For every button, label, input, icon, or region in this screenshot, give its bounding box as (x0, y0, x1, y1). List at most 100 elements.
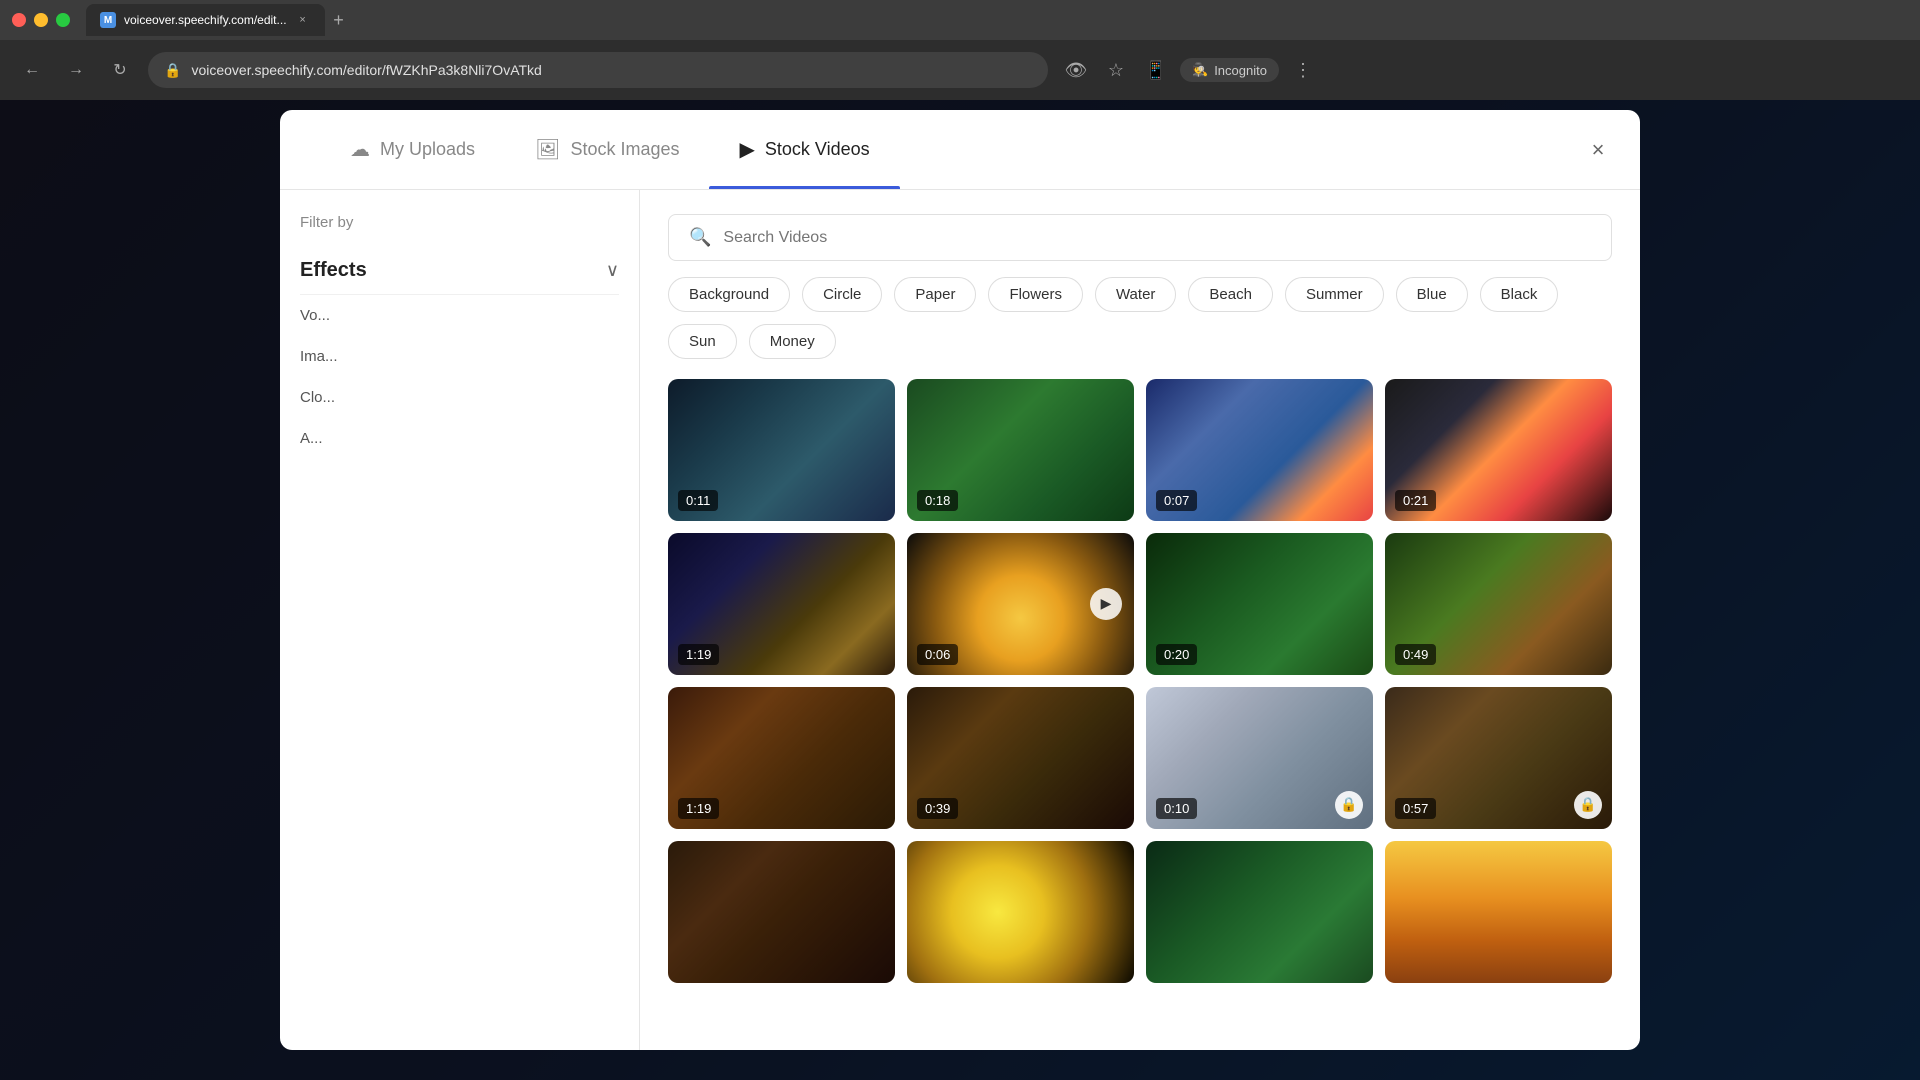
video-card-10[interactable]: 0:39 (907, 687, 1134, 829)
video-duration-3: 0:07 (1156, 490, 1197, 511)
video-card-5[interactable]: 1:19 (668, 533, 895, 675)
browser-toolbar: ← → ↻ 🔒 voiceover.speechify.com/editor/f… (0, 40, 1920, 100)
video-duration-11: 0:10 (1156, 798, 1197, 819)
modal-sidebar: Filter by Effects ∨ Vo... Ima... Clo... … (280, 190, 640, 1050)
modal-overlay: ☁ My Uploads 🖼 Stock Images ▶ Stock Vide… (0, 100, 1920, 1080)
video-duration-10: 0:39 (917, 798, 958, 819)
video-card-6[interactable]: 0:06 ▶ (907, 533, 1134, 675)
video-duration-7: 0:20 (1156, 644, 1197, 665)
video-card-9[interactable]: 1:19 (668, 687, 895, 829)
video-card-3[interactable]: 0:07 (1146, 379, 1373, 521)
device-icon[interactable]: 📱 (1140, 54, 1172, 86)
filter-tag-water[interactable]: Water (1095, 277, 1176, 312)
modal-content: 🔍 Background Circle Paper Flowers Water … (640, 190, 1640, 1050)
tab-my-uploads[interactable]: ☁ My Uploads (320, 110, 505, 189)
video-card-1[interactable]: 0:11 (668, 379, 895, 521)
maximize-window-btn[interactable] (56, 13, 70, 27)
new-tab-btn[interactable]: + (325, 6, 353, 34)
sidebar-item-ai[interactable]: A... (300, 418, 619, 459)
effects-chevron-icon: ∨ (606, 260, 619, 281)
image-icon: 🖼 (535, 137, 560, 162)
incognito-badge: 🕵 Incognito (1180, 58, 1279, 82)
video-grid-container: 0:11 0:18 0:07 0:21 1:19 (640, 379, 1640, 1050)
upload-icon: ☁ (350, 137, 370, 162)
incognito-icon: 🕵 (1192, 62, 1208, 78)
filter-tag-money[interactable]: Money (749, 324, 836, 359)
video-card-13[interactable] (668, 841, 895, 983)
video-card-7[interactable]: 0:20 (1146, 533, 1373, 675)
filter-tag-black[interactable]: Black (1480, 277, 1559, 312)
refresh-btn[interactable]: ↻ (104, 54, 136, 86)
sidebar-item-clone[interactable]: Clo... (300, 377, 619, 418)
sidebar-voice-label: Vo... (300, 307, 330, 324)
video-grid: 0:11 0:18 0:07 0:21 1:19 (668, 379, 1612, 983)
filter-tag-beach[interactable]: Beach (1188, 277, 1273, 312)
modal-header: ☁ My Uploads 🖼 Stock Images ▶ Stock Vide… (280, 110, 1640, 190)
minimize-window-btn[interactable] (34, 13, 48, 27)
video-lock-badge-11: 🔒 (1335, 791, 1363, 819)
video-card-16[interactable] (1385, 841, 1612, 983)
search-bar-area: 🔍 (640, 190, 1640, 277)
video-duration-4: 0:21 (1395, 490, 1436, 511)
modal-close-btn[interactable]: × (1580, 132, 1616, 168)
video-lock-badge-12: 🔒 (1574, 791, 1602, 819)
modal-body: Filter by Effects ∨ Vo... Ima... Clo... … (280, 190, 1640, 1050)
video-card-15[interactable] (1146, 841, 1373, 983)
video-card-14[interactable] (907, 841, 1134, 983)
filter-tags: Background Circle Paper Flowers Water Be… (640, 277, 1640, 379)
sidebar-item-images[interactable]: Ima... (300, 336, 619, 377)
tab-my-uploads-label: My Uploads (380, 139, 475, 160)
sidebar-item-voice[interactable]: Vo... (300, 295, 619, 336)
tab-title: voiceover.speechify.com/edit... (124, 13, 287, 27)
video-duration-2: 0:18 (917, 490, 958, 511)
search-input[interactable] (723, 229, 1591, 247)
filter-tag-paper[interactable]: Paper (894, 277, 976, 312)
tab-close-btn[interactable]: × (295, 12, 311, 28)
incognito-label: Incognito (1214, 63, 1267, 78)
eye-off-icon[interactable]: 👁 (1060, 54, 1092, 86)
forward-btn[interactable]: → (60, 54, 92, 86)
more-menu-btn[interactable]: ⋮ (1287, 54, 1319, 86)
back-btn[interactable]: ← (16, 54, 48, 86)
filter-tag-summer[interactable]: Summer (1285, 277, 1384, 312)
browser-chrome: M voiceover.speechify.com/edit... × + ← … (0, 0, 1920, 100)
tab-stock-videos[interactable]: ▶ Stock Videos (709, 110, 899, 189)
tab-bar: M voiceover.speechify.com/edit... × + (86, 0, 1908, 40)
tab-stock-images[interactable]: 🖼 Stock Images (505, 110, 709, 189)
video-card-4[interactable]: 0:21 (1385, 379, 1612, 521)
video-duration-6: 0:06 (917, 644, 958, 665)
filter-tag-blue[interactable]: Blue (1396, 277, 1468, 312)
browser-tab-active[interactable]: M voiceover.speechify.com/edit... × (86, 4, 325, 36)
filter-tag-background[interactable]: Background (668, 277, 790, 312)
video-duration-8: 0:49 (1395, 644, 1436, 665)
video-duration-5: 1:19 (678, 644, 719, 665)
video-play-overlay-6[interactable]: ▶ (1090, 588, 1122, 620)
filter-tag-flowers[interactable]: Flowers (988, 277, 1083, 312)
close-window-btn[interactable] (12, 13, 26, 27)
filter-tag-circle[interactable]: Circle (802, 277, 882, 312)
tab-stock-videos-label: Stock Videos (765, 139, 870, 160)
video-card-8[interactable]: 0:49 (1385, 533, 1612, 675)
address-bar[interactable]: 🔒 voiceover.speechify.com/editor/fWZKhPa… (148, 52, 1048, 88)
video-card-11[interactable]: 0:10 🔒 (1146, 687, 1373, 829)
video-card-2[interactable]: 0:18 (907, 379, 1134, 521)
filter-tag-sun[interactable]: Sun (668, 324, 737, 359)
window-controls (12, 13, 70, 27)
tab-stock-images-label: Stock Images (570, 139, 679, 160)
star-icon[interactable]: ☆ (1100, 54, 1132, 86)
effects-filter-section[interactable]: Effects ∨ (300, 247, 619, 295)
video-duration-9: 1:19 (678, 798, 719, 819)
search-bar[interactable]: 🔍 (668, 214, 1612, 261)
sidebar-ai-label: A... (300, 430, 323, 447)
sidebar-images-label: Ima... (300, 348, 338, 365)
tab-favicon: M (100, 12, 116, 28)
video-duration-12: 0:57 (1395, 798, 1436, 819)
sidebar-clone-label: Clo... (300, 389, 335, 406)
video-card-12[interactable]: 0:57 🔒 (1385, 687, 1612, 829)
address-lock-icon: 🔒 (164, 62, 181, 79)
effects-label: Effects (300, 259, 367, 282)
modal: ☁ My Uploads 🖼 Stock Images ▶ Stock Vide… (280, 110, 1640, 1050)
search-icon: 🔍 (689, 227, 711, 248)
filter-by-label: Filter by (300, 214, 619, 231)
browser-titlebar: M voiceover.speechify.com/edit... × + (0, 0, 1920, 40)
